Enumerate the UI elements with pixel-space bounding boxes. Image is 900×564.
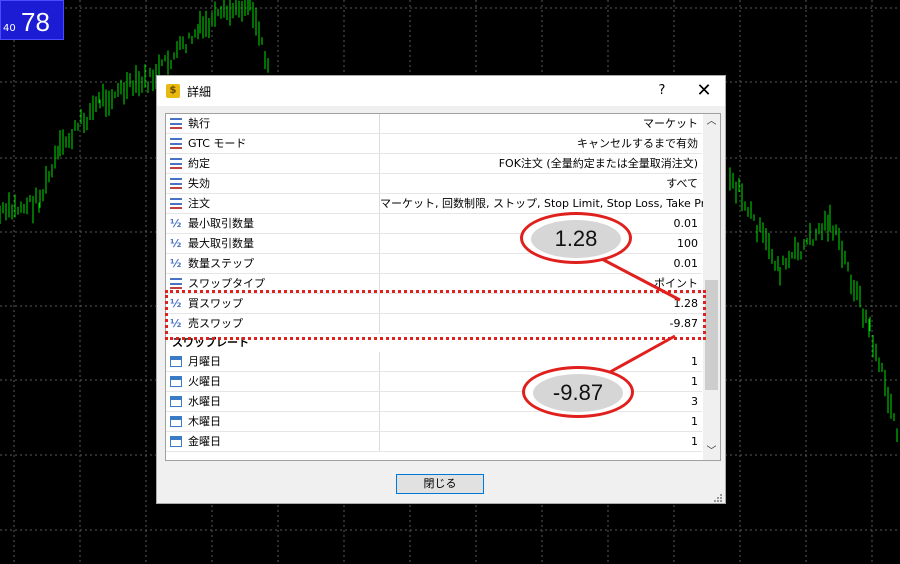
dialog-title: 詳細 — [187, 85, 212, 99]
buy-swap-callout: 1.28 — [520, 212, 632, 264]
half-icon: ½ — [170, 237, 182, 250]
row-value: 1 — [691, 435, 698, 448]
row-name: 火曜日 — [188, 375, 221, 388]
row-name: 約定 — [188, 157, 210, 170]
list-icon — [170, 198, 182, 211]
vertical-scrollbar[interactable]: ︿ ﹀ — [703, 114, 720, 460]
close-icon[interactable]: ✕ — [693, 80, 715, 102]
calendar-icon — [170, 376, 182, 387]
properties-grid: 執行 マーケット GTC モード キャンセルするまで有効 約定 FOK注文 (全… — [165, 113, 721, 461]
row-name: 木曜日 — [188, 415, 221, 428]
row-name: 水曜日 — [188, 395, 221, 408]
price-label-big: 78 — [21, 7, 50, 37]
row-name: 失効 — [188, 177, 210, 190]
row-name: 注文 — [188, 197, 210, 210]
grid-row[interactable]: 失効 すべて — [166, 174, 702, 194]
calendar-icon — [170, 396, 182, 407]
scroll-thumb[interactable] — [705, 280, 718, 390]
calendar-icon — [170, 436, 182, 447]
list-icon — [170, 158, 182, 171]
sell-swap-callout-text: -9.87 — [552, 380, 604, 405]
grid-row[interactable]: 執行 マーケット — [166, 114, 702, 134]
buy-swap-callout-text: 1.28 — [554, 226, 598, 251]
row-name: GTC モード — [188, 137, 247, 150]
grid-row[interactable]: ½ 数量ステップ 0.01 — [166, 254, 702, 274]
row-name: 最小取引数量 — [188, 217, 254, 230]
dialog-titlebar[interactable]: $ 詳細 ? ✕ — [157, 76, 725, 106]
scroll-up-icon[interactable]: ︿ — [703, 114, 720, 130]
row-name: 最大取引数量 — [188, 237, 254, 250]
row-name: 数量ステップ — [188, 257, 254, 270]
row-value: 1 — [691, 415, 698, 428]
grid-row[interactable]: 月曜日 1 — [166, 352, 702, 372]
row-value: マーケット, 回数制限, ストップ, Stop Limit, Stop Loss… — [380, 197, 721, 210]
grid-row[interactable]: 木曜日 1 — [166, 412, 702, 432]
row-value: マーケット — [643, 117, 698, 130]
resize-grip-icon[interactable] — [714, 494, 723, 503]
scroll-down-icon[interactable]: ﹀ — [703, 444, 720, 460]
close-button[interactable]: 閉じる — [396, 474, 484, 494]
sell-swap-callout: -9.87 — [522, 366, 634, 418]
grid-row[interactable]: 約定 FOK注文 (全量約定または全量取消注文) — [166, 154, 702, 174]
calendar-icon — [170, 356, 182, 367]
row-value: FOK注文 (全量約定または全量取消注文) — [498, 157, 698, 170]
coin-icon: $ — [166, 84, 180, 98]
list-icon — [170, 138, 182, 151]
half-icon: ½ — [170, 257, 182, 270]
row-value: キャンセルするまで有効 — [577, 137, 698, 150]
price-label: 40 78 — [0, 0, 64, 40]
row-value: すべて — [666, 177, 698, 190]
help-button[interactable]: ? — [652, 81, 672, 101]
list-icon — [170, 118, 182, 131]
grid-row[interactable]: GTC モード キャンセルするまで有効 — [166, 134, 702, 154]
grid-row[interactable]: 注文 マーケット, 回数制限, ストップ, Stop Limit, Stop L… — [166, 194, 721, 214]
list-icon — [170, 178, 182, 191]
calendar-icon — [170, 416, 182, 427]
row-name: 金曜日 — [188, 435, 221, 448]
swap-highlight-box — [165, 290, 706, 340]
half-icon: ½ — [170, 217, 182, 230]
row-name: 月曜日 — [188, 355, 221, 368]
row-value: 1 — [691, 355, 698, 368]
row-name: 執行 — [188, 117, 210, 130]
grid-row[interactable]: 金曜日 1 — [166, 432, 702, 452]
price-label-small: 40 — [3, 23, 16, 34]
